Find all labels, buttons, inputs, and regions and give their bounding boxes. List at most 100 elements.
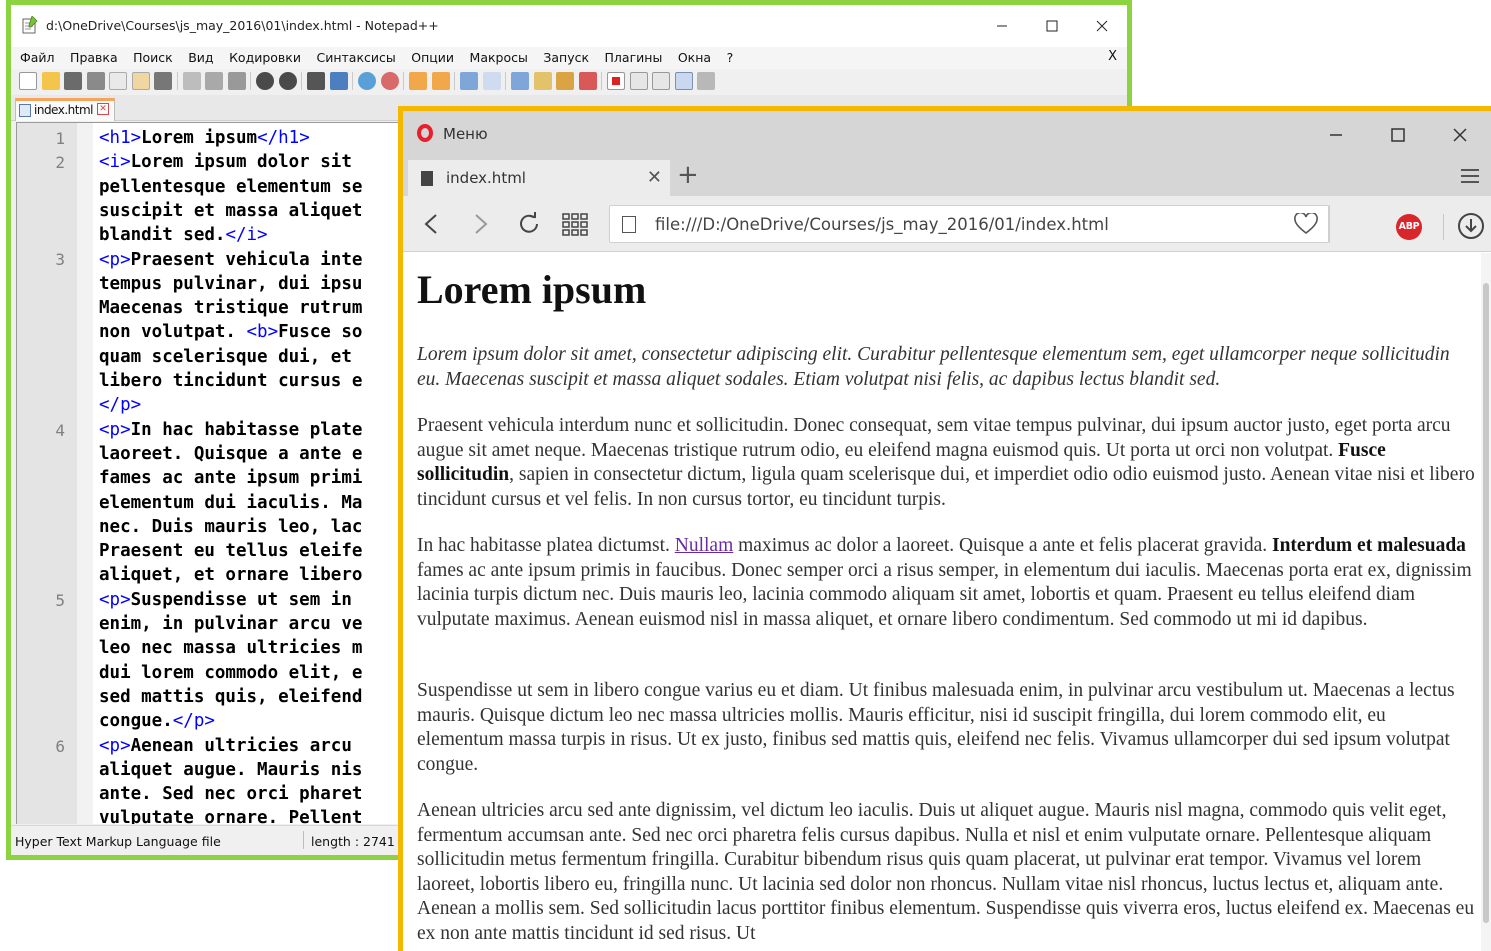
adblock-icon[interactable]: ABP [1396,214,1422,240]
menu-settings[interactable]: Опции [411,50,454,65]
menu-search[interactable]: Поиск [133,50,173,65]
undo-icon[interactable] [256,72,274,90]
toolbar-separator [601,72,602,90]
minimize-icon [997,25,1007,27]
bold-text: Interdum et malesuada [1272,535,1466,556]
stop-macro-icon[interactable] [629,72,648,90]
heart-icon[interactable] [1294,213,1318,235]
forward-button[interactable] [467,210,495,238]
menu-macro[interactable]: Макросы [470,50,528,65]
print-icon[interactable] [154,72,172,90]
zoom-out-icon[interactable] [380,72,399,90]
code-text: Fusce so [278,322,363,343]
user-language-icon[interactable] [533,72,552,90]
play-macro-icon[interactable] [652,72,670,90]
maximize-button[interactable] [1027,5,1077,47]
browser-tab-label: index.html [446,169,526,187]
address-bar[interactable]: file:///D:/OneDrive/Courses/js_may_2016/… [609,205,1329,243]
code-line: <p>Praesent vehicula inte [99,248,362,272]
code-line: Maecenas tristique rutrum [99,298,363,319]
paste-icon[interactable] [227,72,246,90]
menu-run[interactable]: Запуск [543,50,589,65]
save-all-icon[interactable] [86,72,105,90]
open-file-icon[interactable] [41,72,60,90]
doc-map-icon[interactable] [556,72,574,90]
minimize-button[interactable] [1305,114,1367,156]
close-document-button[interactable]: X [1108,49,1117,64]
sync-vertical-icon[interactable] [409,72,427,90]
toolbar-separator [454,72,455,90]
replace-icon[interactable] [329,72,348,90]
cut-icon[interactable] [182,72,201,90]
new-file-icon[interactable] [19,72,37,90]
function-list-icon[interactable] [578,72,597,90]
tab-label: index.html [34,103,93,117]
code-line: vulputate ornare. Pellent [99,808,363,824]
indent-guide-icon[interactable] [511,72,529,90]
close-file-icon[interactable] [109,72,127,90]
new-tab-button[interactable]: + [677,160,699,190]
notepad-titlebar[interactable]: d:\OneDrive\Courses\js_may_2016\01\index… [11,5,1127,47]
code-line: </p> [99,393,141,417]
code-editor[interactable]: 1 2 3 4 5 6 <h1>Lorem ipsum</h1> <i>Lore… [16,122,408,824]
html-tag: </h1> [257,128,310,148]
copy-icon[interactable] [205,72,223,90]
line-number: 6 [55,737,65,756]
menu-window[interactable]: Окна [678,50,711,65]
download-icon[interactable] [1458,213,1484,239]
sync-horizontal-icon[interactable] [431,72,450,90]
back-icon [424,214,437,234]
tab-index-html[interactable]: index.html ✕ [15,98,115,121]
scrollbar-thumb[interactable] [1483,283,1489,923]
line-number: 1 [55,129,65,148]
save-macro-icon[interactable] [697,72,715,90]
nullam-link[interactable]: Nullam [675,535,734,556]
code-line: <p>In hac habitasse plate [99,418,362,442]
code-line: enim, in pulvinar arcu ve [99,614,363,634]
maximize-button[interactable] [1367,114,1429,156]
tab-close-icon[interactable]: ✕ [97,103,109,115]
code-text: non volutpat. [99,322,247,343]
italic-text: Lorem ipsum dolor sit amet, consectetur … [417,344,1450,390]
run-macro-multiple-icon[interactable] [674,72,693,90]
opera-logo-icon[interactable] [417,124,433,142]
speed-dial-button[interactable] [561,210,589,238]
line-number-gutter [17,123,77,824]
opera-menu-button[interactable]: Меню [443,125,488,143]
back-button[interactable] [417,210,445,238]
show-all-chars-icon[interactable] [482,72,501,90]
minimize-button[interactable] [977,5,1027,47]
redo-icon[interactable] [278,72,297,90]
find-icon[interactable] [307,72,325,90]
toolbar-separator [403,72,404,90]
code-line: fames ac ante ipsum primi [99,468,363,489]
url-text[interactable]: file:///D:/OneDrive/Courses/js_may_2016/… [655,215,1109,234]
browser-tab-close-icon[interactable]: ✕ [647,167,662,188]
word-wrap-icon[interactable] [460,72,478,90]
code-line: libero tincidunt cursus e [99,371,363,391]
code-line: <p>Suspendisse ut sem in [99,588,352,612]
save-icon[interactable] [64,72,82,90]
menu-file[interactable]: Файл [20,50,55,65]
paragraph-text: maximus ac dolor a laoreet. Quisque a an… [733,535,1272,556]
close-button[interactable] [1429,114,1491,156]
page-content[interactable]: Lorem ipsum Lorem ipsum dolor sit amet, … [403,253,1481,951]
close-button[interactable] [1077,5,1127,47]
code-text: Praesent vehicula inte [130,249,363,270]
paragraph-italic: Lorem ipsum dolor sit amet, consectetur … [417,343,1477,392]
opera-titlebar[interactable]: Меню [403,111,1491,156]
record-macro-icon[interactable] [607,72,625,90]
browser-tab-index-html[interactable]: index.html ✕ [408,160,670,196]
menu-icon[interactable] [1461,169,1479,187]
menu-language[interactable]: Синтаксисы [316,50,395,65]
menu-plugins[interactable]: Плагины [605,50,663,65]
menu-edit[interactable]: Правка [70,50,118,65]
menu-encoding[interactable]: Кодировки [229,50,301,65]
html-tag: </p> [99,395,142,416]
close-all-icon[interactable] [131,72,150,90]
reload-button[interactable] [515,210,543,238]
page-scrollbar[interactable] [1481,253,1491,951]
menu-view[interactable]: Вид [188,50,213,65]
zoom-in-icon[interactable] [358,72,376,90]
menu-help[interactable]: ? [727,50,734,65]
